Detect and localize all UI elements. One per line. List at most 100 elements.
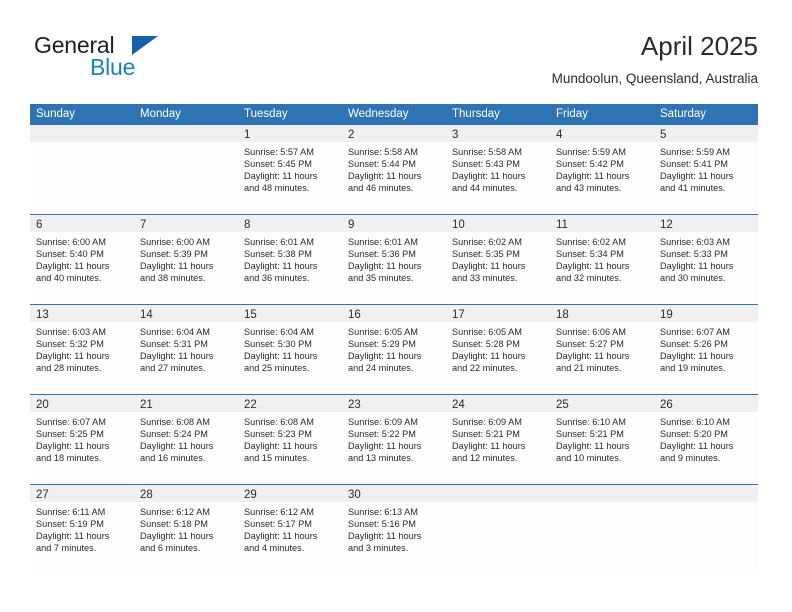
day-sun-info: Sunrise: 5:59 AM Sunset: 5:41 PM Daylight:… (654, 142, 758, 194)
calendar-day-cell[interactable]: 9 Sunrise: 6:01 AM Sunset: 5:36 PM Daylight… (342, 215, 446, 304)
calendar-day-cell[interactable]: 27 Sunrise: 6:11 AM Sunset: 5:19 PM Dayligh… (30, 485, 134, 574)
daylight-text-line1: Daylight: 11 hours (660, 261, 734, 272)
calendar-day-cell[interactable]: 3 Sunrise: 5:58 AM Sunset: 5:43 PM Daylight… (446, 125, 550, 214)
day-number: 17 (452, 309, 465, 321)
daylight-text-line2: and 41 minutes. (660, 183, 726, 194)
daylight-text-line1: Daylight: 11 hours (348, 351, 422, 362)
calendar-day-cell[interactable]: 23 Sunrise: 6:09 AM Sunset: 5:22 PM Dayligh… (342, 395, 446, 484)
calendar-week-row: 13 Sunrise: 6:03 AM Sunset: 5:32 PM Dayligh… (30, 304, 758, 394)
day-number-band: 18 (550, 305, 654, 322)
calendar-page: General Blue April 2025 Mundoolun, Queen… (0, 0, 792, 612)
weekday-header-wednesday: Wednesday (348, 108, 409, 120)
day-sun-info: Sunrise: 6:08 AM Sunset: 5:24 PM Daylight:… (134, 412, 238, 464)
day-number-band: 10 (446, 215, 550, 232)
daylight-text-line1: Daylight: 11 hours (348, 531, 422, 542)
sunrise-text: Sunrise: 6:07 AM (36, 417, 106, 427)
calendar-day-cell[interactable]: 5 Sunrise: 5:59 AM Sunset: 5:41 PM Daylight… (654, 125, 758, 214)
calendar-day-cell[interactable]: 1 Sunrise: 5:57 AM Sunset: 5:45 PM Daylight… (238, 125, 342, 214)
day-number-band: 29 (238, 485, 342, 502)
daylight-text-line1: Daylight: 11 hours (660, 171, 734, 182)
daylight-text-line1: Daylight: 11 hours (244, 171, 318, 182)
calendar-day-cell[interactable]: 30 Sunrise: 6:13 AM Sunset: 5:16 PM Dayligh… (342, 485, 446, 574)
calendar-day-cell[interactable]: 8 Sunrise: 6:01 AM Sunset: 5:38 PM Daylight… (238, 215, 342, 304)
day-sun-info: Sunrise: 6:00 AM Sunset: 5:39 PM Daylight:… (134, 232, 238, 284)
sunrise-text: Sunrise: 6:11 AM (36, 507, 106, 517)
day-sun-info: Sunrise: 6:04 AM Sunset: 5:31 PM Daylight:… (134, 322, 238, 374)
day-sun-info: Sunrise: 6:01 AM Sunset: 5:38 PM Daylight:… (238, 232, 342, 284)
daylight-text-line1: Daylight: 11 hours (36, 441, 110, 452)
day-sun-info: Sunrise: 6:02 AM Sunset: 5:34 PM Daylight:… (550, 232, 654, 284)
day-sun-info: Sunrise: 6:08 AM Sunset: 5:23 PM Daylight:… (238, 412, 342, 464)
daylight-text-line1: Daylight: 11 hours (556, 441, 630, 452)
calendar-day-cell[interactable]: 21 Sunrise: 6:08 AM Sunset: 5:24 PM Dayligh… (134, 395, 238, 484)
weeks-container: 1 Sunrise: 5:57 AM Sunset: 5:45 PM Daylight… (30, 125, 758, 574)
calendar-day-cell[interactable]: 10 Sunrise: 6:02 AM Sunset: 5:35 PM Dayligh… (446, 215, 550, 304)
weekday-header-saturday: Saturday (660, 108, 707, 120)
daylight-text-line2: and 27 minutes. (140, 363, 206, 374)
day-sun-info: Sunrise: 6:03 AM Sunset: 5:32 PM Daylight:… (30, 322, 134, 374)
daylight-text-line2: and 6 minutes. (140, 543, 201, 554)
daylight-text-line1: Daylight: 11 hours (660, 351, 734, 362)
day-number: 28 (140, 489, 153, 501)
day-number: 30 (348, 489, 361, 501)
calendar-day-cell[interactable]: 4 Sunrise: 5:59 AM Sunset: 5:42 PM Daylight… (550, 125, 654, 214)
daylight-text-line2: and 19 minutes. (660, 363, 726, 374)
calendar-day-cell[interactable]: 14 Sunrise: 6:04 AM Sunset: 5:31 PM Dayligh… (134, 305, 238, 394)
day-sun-info: Sunrise: 5:57 AM Sunset: 5:45 PM Daylight:… (238, 142, 342, 194)
day-sun-info: Sunrise: 6:06 AM Sunset: 5:27 PM Daylight:… (550, 322, 654, 374)
daylight-text-line1: Daylight: 11 hours (140, 441, 214, 452)
daylight-text-line1: Daylight: 11 hours (452, 261, 526, 272)
sunset-text: Sunset: 5:26 PM (660, 339, 728, 350)
calendar-day-cell[interactable]: 22 Sunrise: 6:08 AM Sunset: 5:23 PM Dayligh… (238, 395, 342, 484)
calendar-day-cell[interactable]: 25 Sunrise: 6:10 AM Sunset: 5:21 PM Dayligh… (550, 395, 654, 484)
day-number-band: 28 (134, 485, 238, 502)
calendar-day-cell[interactable]: 16 Sunrise: 6:05 AM Sunset: 5:29 PM Dayligh… (342, 305, 446, 394)
calendar-day-cell-empty (134, 125, 238, 214)
calendar-day-cell[interactable]: 12 Sunrise: 6:03 AM Sunset: 5:33 PM Dayligh… (654, 215, 758, 304)
week-cells: 6 Sunrise: 6:00 AM Sunset: 5:40 PM Daylight… (30, 215, 758, 304)
calendar-day-cell[interactable]: 17 Sunrise: 6:05 AM Sunset: 5:28 PM Dayligh… (446, 305, 550, 394)
day-sun-info: Sunrise: 6:01 AM Sunset: 5:36 PM Daylight:… (342, 232, 446, 284)
calendar-day-cell[interactable]: 29 Sunrise: 6:12 AM Sunset: 5:17 PM Dayligh… (238, 485, 342, 574)
daylight-text-line2: and 32 minutes. (556, 273, 622, 284)
day-number-band: 11 (550, 215, 654, 232)
day-number-band: 4 (550, 125, 654, 142)
calendar-day-cell[interactable]: 11 Sunrise: 6:02 AM Sunset: 5:34 PM Dayligh… (550, 215, 654, 304)
daylight-text-line2: and 9 minutes. (660, 453, 721, 464)
sunset-text: Sunset: 5:38 PM (244, 249, 312, 260)
calendar-day-cell[interactable]: 19 Sunrise: 6:07 AM Sunset: 5:26 PM Dayligh… (654, 305, 758, 394)
day-number-band: 20 (30, 395, 134, 412)
weekday-header-tuesday: Tuesday (244, 108, 288, 120)
sunrise-text: Sunrise: 6:02 AM (452, 237, 522, 247)
weekday-header-thursday: Thursday (452, 108, 500, 120)
calendar-day-cell[interactable]: 6 Sunrise: 6:00 AM Sunset: 5:40 PM Daylight… (30, 215, 134, 304)
daylight-text-line1: Daylight: 11 hours (36, 261, 110, 272)
calendar-day-cell[interactable]: 26 Sunrise: 6:10 AM Sunset: 5:20 PM Dayligh… (654, 395, 758, 484)
day-number: 14 (140, 309, 153, 321)
sunrise-text: Sunrise: 6:10 AM (556, 417, 626, 427)
daylight-text-line2: and 13 minutes. (348, 453, 414, 464)
daylight-text-line2: and 44 minutes. (452, 183, 518, 194)
day-number-band: 9 (342, 215, 446, 232)
calendar-day-cell[interactable]: 18 Sunrise: 6:06 AM Sunset: 5:27 PM Dayligh… (550, 305, 654, 394)
calendar-day-cell[interactable]: 13 Sunrise: 6:03 AM Sunset: 5:32 PM Dayligh… (30, 305, 134, 394)
calendar-day-cell[interactable]: 2 Sunrise: 5:58 AM Sunset: 5:44 PM Daylight… (342, 125, 446, 214)
sunrise-text: Sunrise: 6:13 AM (348, 507, 418, 517)
day-sun-info: Sunrise: 6:05 AM Sunset: 5:29 PM Daylight:… (342, 322, 446, 374)
calendar-day-cell[interactable]: 15 Sunrise: 6:04 AM Sunset: 5:30 PM Dayligh… (238, 305, 342, 394)
sunset-text: Sunset: 5:41 PM (660, 159, 728, 170)
calendar-day-cell[interactable]: 28 Sunrise: 6:12 AM Sunset: 5:18 PM Dayligh… (134, 485, 238, 574)
day-number: 19 (660, 309, 673, 321)
sunset-text: Sunset: 5:17 PM (244, 519, 312, 530)
daylight-text-line2: and 12 minutes. (452, 453, 518, 464)
day-sun-info: Sunrise: 6:07 AM Sunset: 5:25 PM Daylight:… (30, 412, 134, 464)
calendar-day-cell[interactable]: 7 Sunrise: 6:00 AM Sunset: 5:39 PM Daylight… (134, 215, 238, 304)
day-sun-info: Sunrise: 6:07 AM Sunset: 5:26 PM Daylight:… (654, 322, 758, 374)
day-sun-info (550, 502, 654, 506)
daylight-text-line2: and 24 minutes. (348, 363, 414, 374)
day-number-band: 5 (654, 125, 758, 142)
day-number: 7 (140, 219, 147, 231)
daylight-text-line2: and 28 minutes. (36, 363, 102, 374)
calendar-day-cell[interactable]: 20 Sunrise: 6:07 AM Sunset: 5:25 PM Dayligh… (30, 395, 134, 484)
calendar-day-cell[interactable]: 24 Sunrise: 6:09 AM Sunset: 5:21 PM Dayligh… (446, 395, 550, 484)
